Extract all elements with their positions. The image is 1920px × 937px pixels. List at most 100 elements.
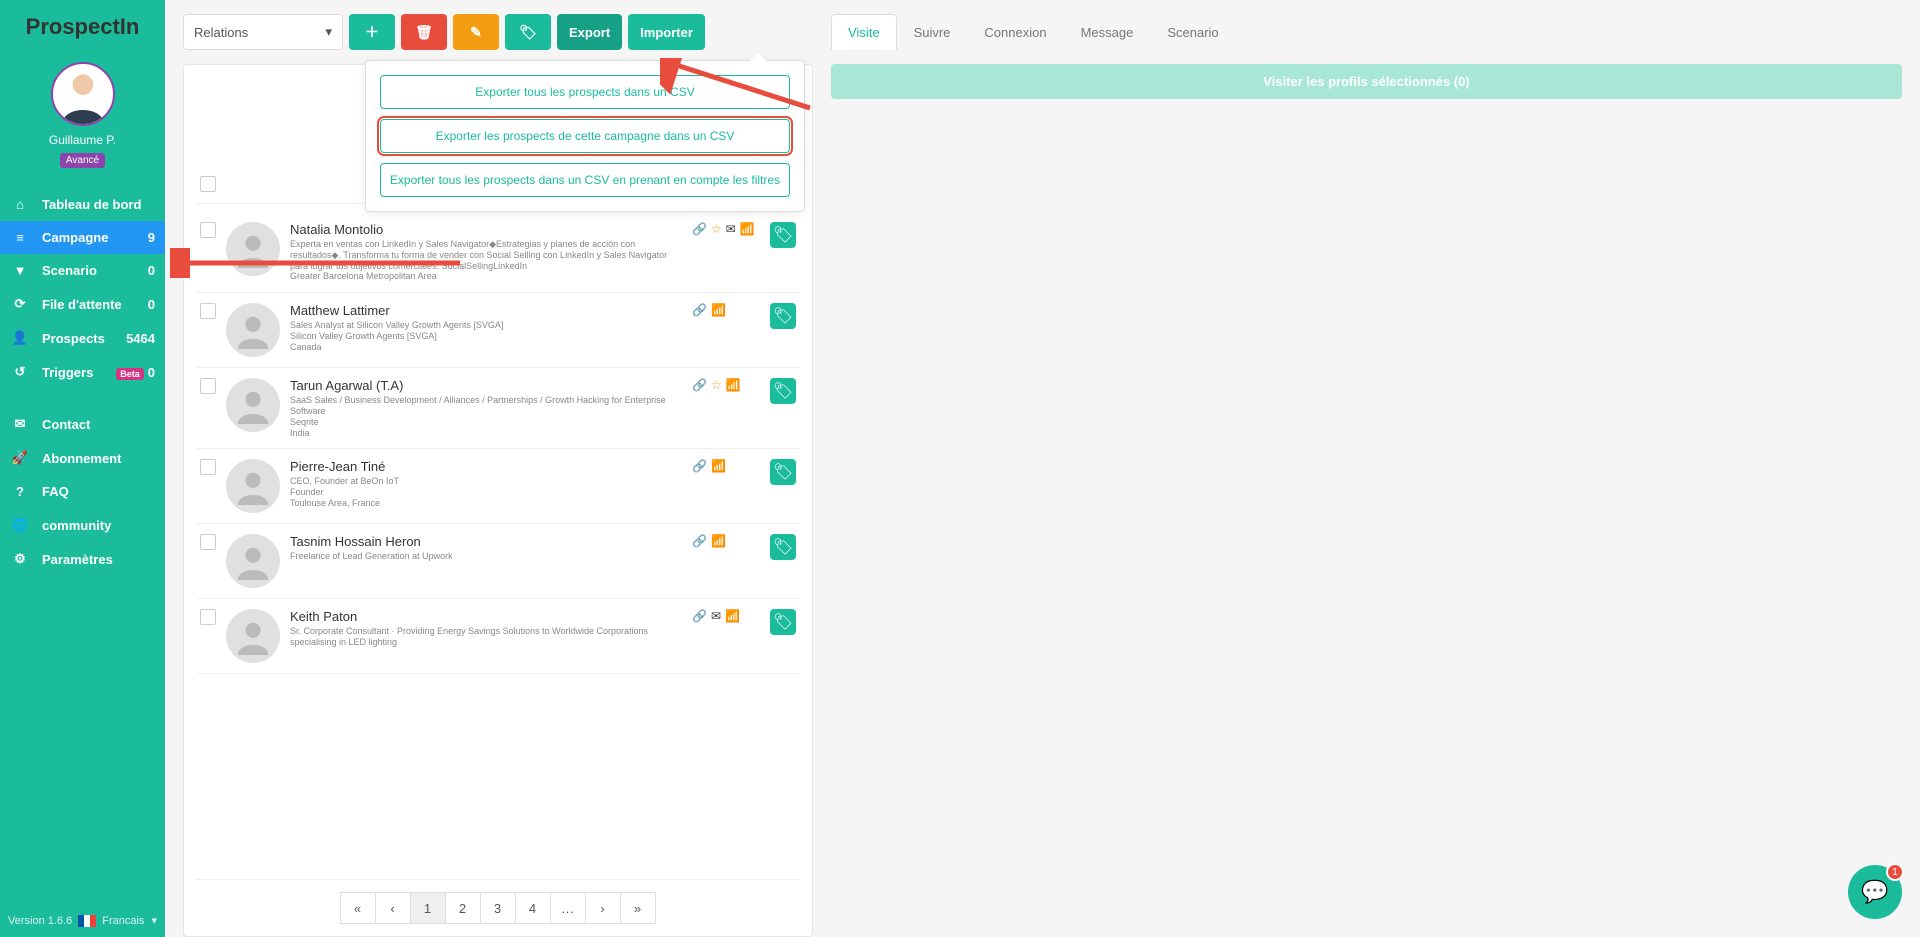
export-button[interactable]: Export xyxy=(557,14,622,50)
import-button[interactable]: Importer xyxy=(628,14,705,50)
prospect-status-icons: 🔗✉📶 xyxy=(692,609,760,623)
prospect-name: Tasnim Hossain Heron xyxy=(290,534,682,549)
prospect-row[interactable]: Keith Paton Sr. Corporate Consultant · Pr… xyxy=(196,599,800,674)
prospect-row[interactable]: Natalia MontolioExperta en ventas con Li… xyxy=(196,212,800,293)
nav-label: Scenario xyxy=(42,263,97,278)
chat-badge: 1 xyxy=(1886,863,1904,881)
nav-item-faq[interactable]: ?FAQ xyxy=(0,475,165,508)
page-4[interactable]: 4 xyxy=(515,892,551,924)
star-icon: ☆ xyxy=(711,378,722,392)
nav-item-triggers[interactable]: ↺TriggersBeta0 xyxy=(0,355,165,389)
nav-item-abonnement[interactable]: 🚀Abonnement xyxy=(0,441,165,475)
tag-icon: 🏷 xyxy=(773,381,793,401)
user-section: Guillaume P. Avancé xyxy=(0,54,165,170)
tag-button[interactable]: 🏷 xyxy=(505,14,551,50)
add-button[interactable]: ＋ xyxy=(349,14,395,50)
prospect-checkbox[interactable] xyxy=(200,378,216,394)
tab-scenario[interactable]: Scenario xyxy=(1150,14,1235,50)
export-filtered-csv[interactable]: Exporter tous les prospects dans un CSV … xyxy=(380,163,790,197)
prospect-checkbox[interactable] xyxy=(200,222,216,238)
nav-count: 9 xyxy=(148,230,155,245)
star-icon: ☆ xyxy=(711,222,722,236)
beta-badge: Beta xyxy=(116,368,144,380)
prospect-tag-button[interactable]: 🏷 xyxy=(770,459,796,485)
refresh-icon: ⟳ xyxy=(10,296,30,312)
page-›[interactable]: › xyxy=(585,892,621,924)
prospect-name: Keith Paton xyxy=(290,609,682,624)
prospect-description: SaaS Sales / Business Development / Alli… xyxy=(290,395,682,438)
prospect-tag-button[interactable]: 🏷 xyxy=(770,222,796,248)
mail-icon: ✉ xyxy=(10,416,30,432)
prospect-avatar xyxy=(226,303,280,357)
nav-item-contact[interactable]: ✉Contact xyxy=(0,407,165,441)
user-avatar[interactable] xyxy=(51,62,115,126)
list-icon: ≡ xyxy=(10,230,30,245)
page-«[interactable]: « xyxy=(340,892,376,924)
edit-button[interactable]: ✎ xyxy=(453,14,499,50)
export-all-csv[interactable]: Exporter tous les prospects dans un CSV xyxy=(380,75,790,109)
nav-count: 5464 xyxy=(126,331,155,346)
prospect-row[interactable]: Tarun Agarwal (T.A)SaaS Sales / Business… xyxy=(196,368,800,449)
prospect-checkbox[interactable] xyxy=(200,534,216,550)
nav-item-scenario[interactable]: ▼Scenario0 xyxy=(0,254,165,287)
prospect-status-icons: 🔗📶 xyxy=(692,459,760,473)
page-‹[interactable]: ‹ xyxy=(375,892,411,924)
prospect-tag-button[interactable]: 🏷 xyxy=(770,303,796,329)
nav-item-prospects[interactable]: 👤Prospects5464 xyxy=(0,321,165,355)
prospect-checkbox[interactable] xyxy=(200,303,216,319)
sidebar-footer[interactable]: Version 1.6.6 Francais ▾ xyxy=(0,904,165,937)
prospect-name: Natalia Montolio xyxy=(290,222,682,237)
nav-item-campagne[interactable]: ≡Campagne9 xyxy=(0,221,165,254)
nav-item-paramètres[interactable]: ⚙Paramètres xyxy=(0,542,165,576)
prospect-avatar xyxy=(226,534,280,588)
prospect-tag-button[interactable]: 🏷 xyxy=(770,609,796,635)
prospect-row[interactable]: Matthew LattimerSales Analyst at Silicon… xyxy=(196,293,800,368)
link-icon: 🔗 xyxy=(692,222,707,236)
nav-item-community[interactable]: 🌐community xyxy=(0,508,165,542)
select-all-checkbox[interactable] xyxy=(200,176,216,192)
tab-visite[interactable]: Visite xyxy=(831,14,897,50)
action-tabs: VisiteSuivreConnexionMessageScenario xyxy=(831,14,1902,50)
visit-selected-button[interactable]: Visiter les profils sélectionnés (0) xyxy=(831,64,1902,99)
prospect-tag-button[interactable]: 🏷 xyxy=(770,534,796,560)
history-icon: ↺ xyxy=(10,364,30,380)
rocket-icon: 🚀 xyxy=(10,450,30,466)
prospect-row[interactable]: Tasnim Hossain HeronFreelance of Lead Ge… xyxy=(196,524,800,599)
tag-icon: 🏷 xyxy=(519,24,537,41)
page-3[interactable]: 3 xyxy=(480,892,516,924)
export-campaign-csv[interactable]: Exporter les prospects de cette campagne… xyxy=(380,119,790,153)
tab-connexion[interactable]: Connexion xyxy=(967,14,1063,50)
delete-button[interactable]: 🗑 xyxy=(401,14,447,50)
page-1[interactable]: 1 xyxy=(410,892,446,924)
page-2[interactable]: 2 xyxy=(445,892,481,924)
tag-icon: 🏷 xyxy=(773,306,793,326)
nav-item-file-d'attente[interactable]: ⟳File d'attente0 xyxy=(0,287,165,321)
nav-item-tableau-de-bord[interactable]: ⌂Tableau de bord xyxy=(0,188,165,221)
prospect-row[interactable]: Pierre-Jean TinéCEO, Founder at BeOn IoT… xyxy=(196,449,800,524)
nav-count: 0 xyxy=(148,263,155,278)
tag-icon: 🏷 xyxy=(773,537,793,557)
rss-icon: 📶 xyxy=(740,222,755,236)
tag-icon: 🏷 xyxy=(773,612,793,632)
rss-icon: 📶 xyxy=(711,534,726,548)
page-»[interactable]: » xyxy=(620,892,656,924)
prospect-description: Sr. Corporate Consultant · Providing Ene… xyxy=(290,626,682,648)
prospect-checkbox[interactable] xyxy=(200,459,216,475)
relations-dropdown[interactable]: Relations ▾ xyxy=(183,14,343,50)
caret-down-icon: ▾ xyxy=(325,24,332,40)
sidebar: ProspectIn Guillaume P. Avancé ⌂Tableau … xyxy=(0,0,165,937)
link-icon: 🔗 xyxy=(692,303,707,317)
chat-widget[interactable]: 💬 1 xyxy=(1848,865,1902,919)
tab-message[interactable]: Message xyxy=(1064,14,1151,50)
tab-suivre[interactable]: Suivre xyxy=(897,14,968,50)
pagination: «‹1234…›» xyxy=(196,879,800,936)
prospect-checkbox[interactable] xyxy=(200,609,216,625)
trash-icon: 🗑 xyxy=(415,24,433,41)
nav-primary: ⌂Tableau de bord≡Campagne9▼Scenario0⟳Fil… xyxy=(0,188,165,904)
page-…[interactable]: … xyxy=(550,892,586,924)
prospect-avatar xyxy=(226,609,280,663)
link-icon: 🔗 xyxy=(692,609,707,623)
nav-label: Prospects xyxy=(42,331,105,346)
prospect-name: Pierre-Jean Tiné xyxy=(290,459,682,474)
prospect-tag-button[interactable]: 🏷 xyxy=(770,378,796,404)
